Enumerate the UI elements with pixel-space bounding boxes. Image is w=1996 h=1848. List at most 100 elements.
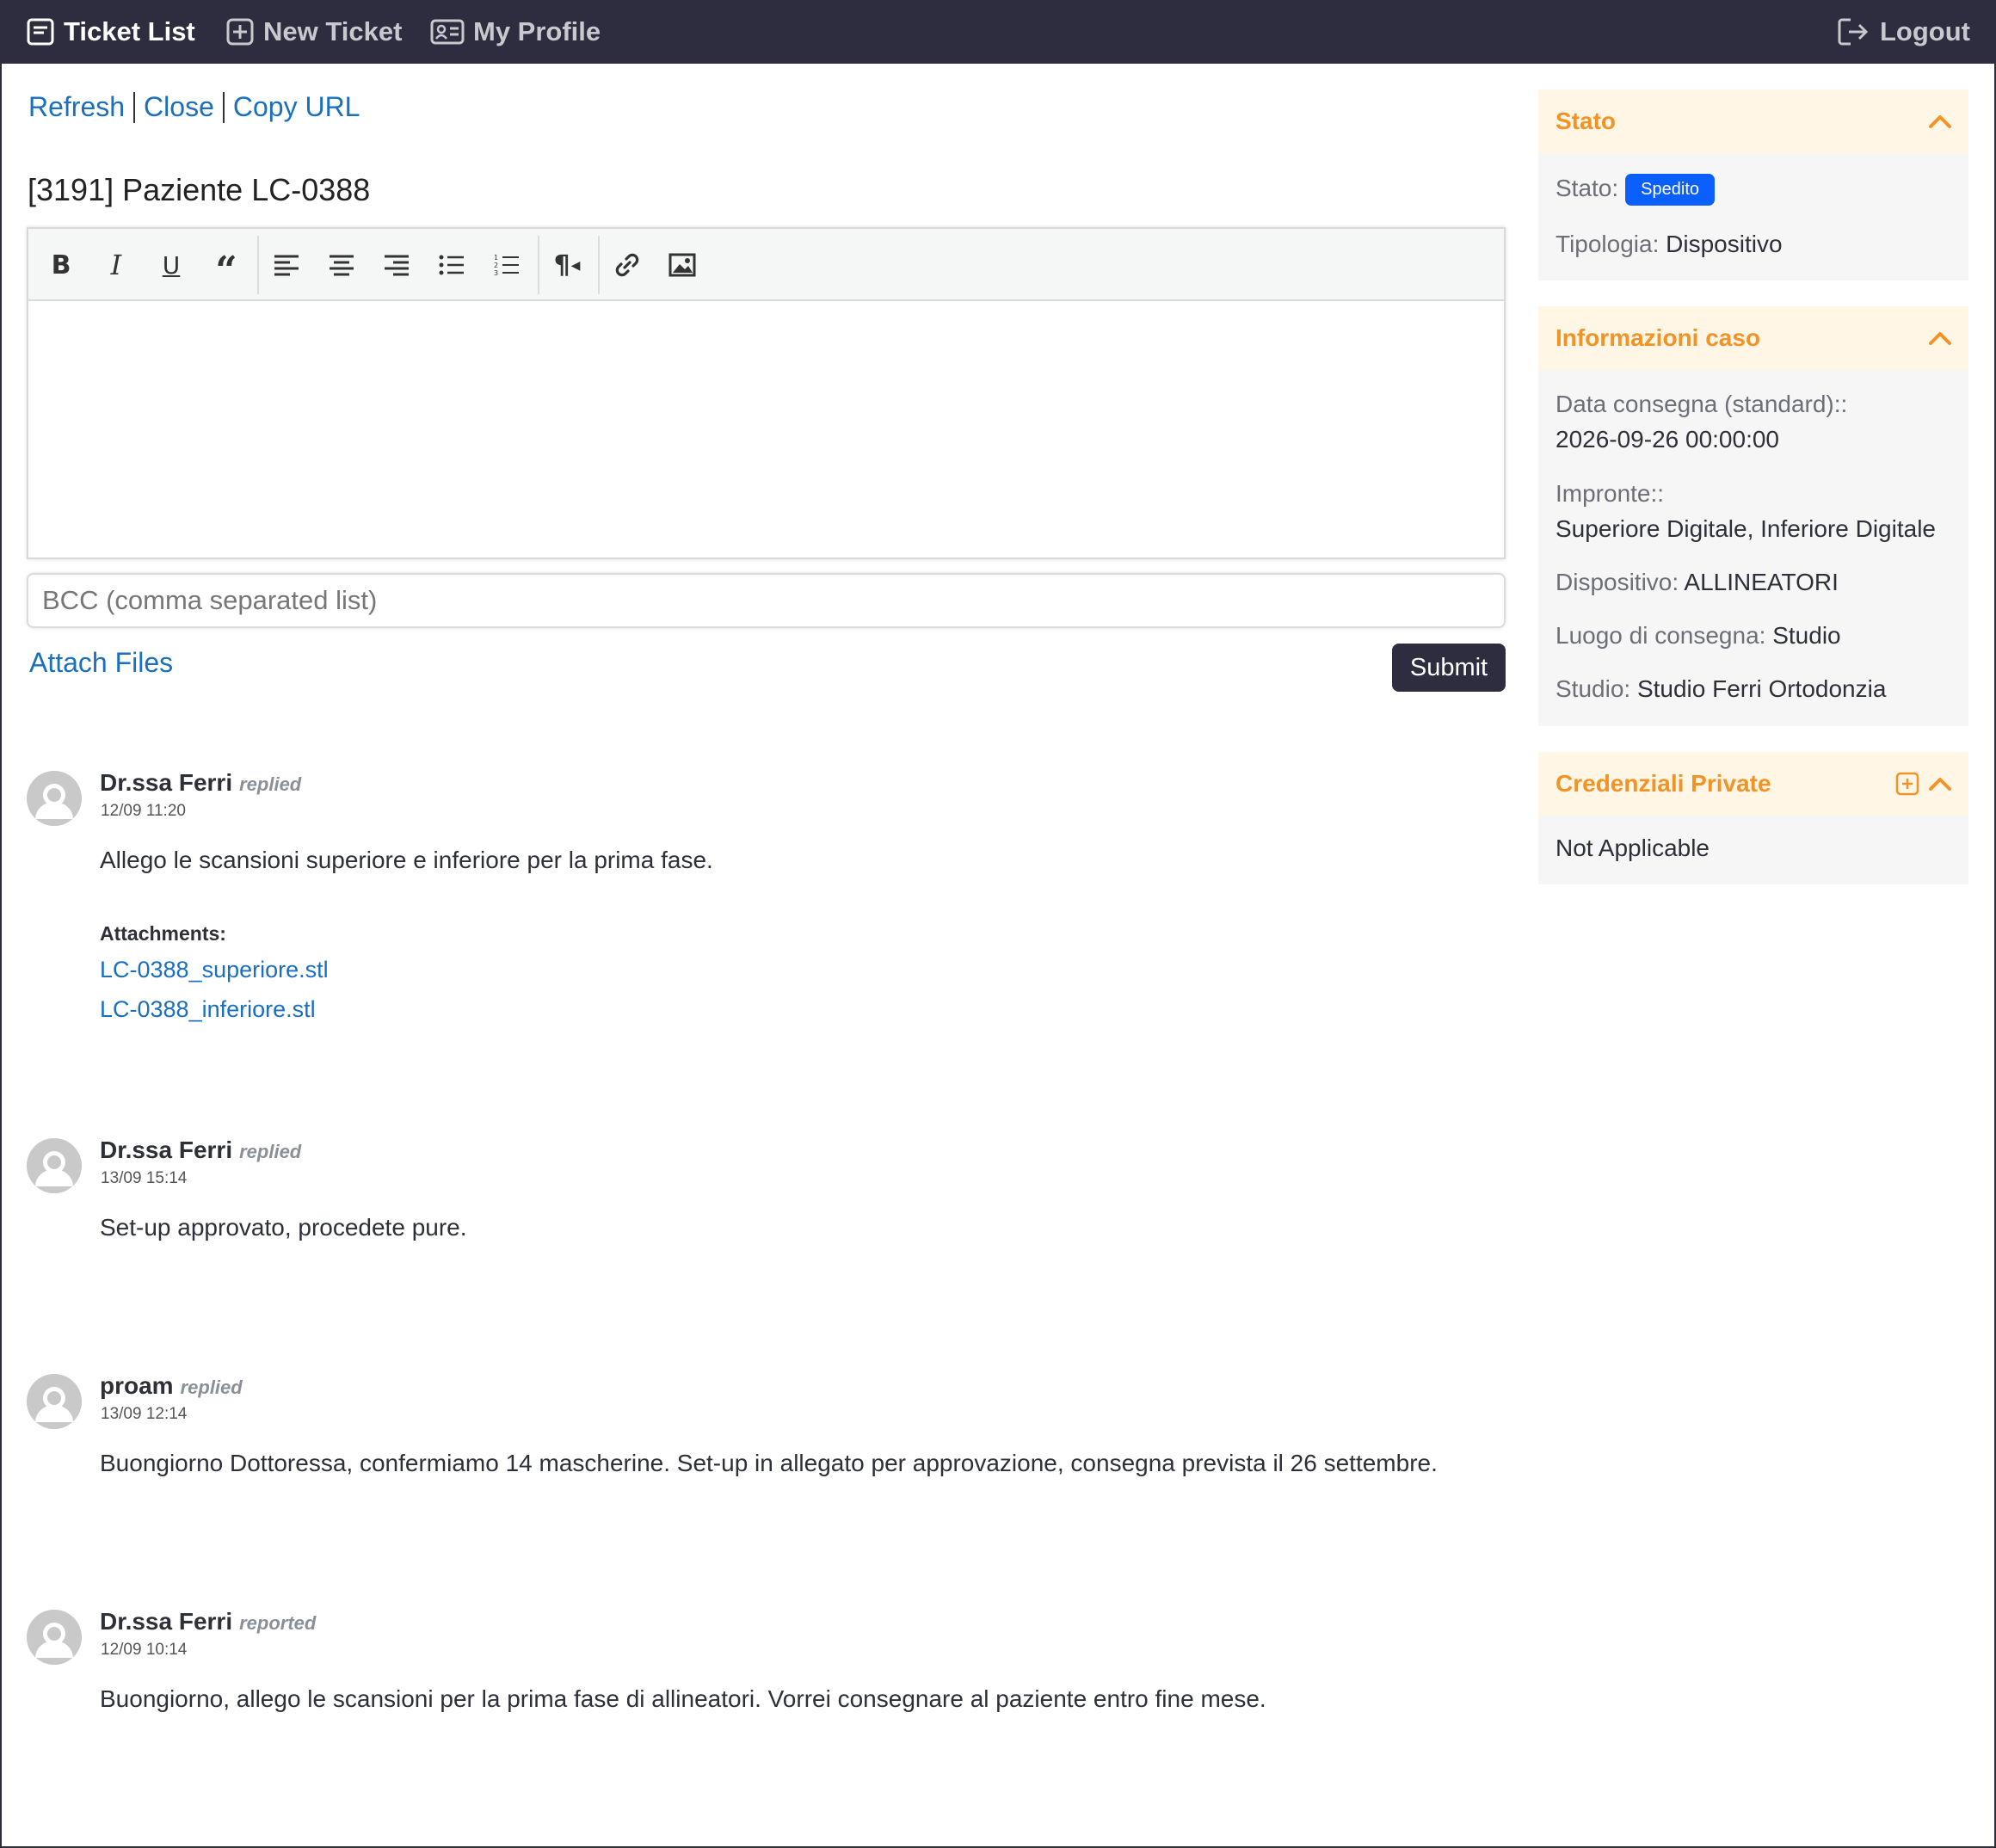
- nav-logout[interactable]: Logout: [1837, 0, 1970, 64]
- impronte-value: Superiore Digitale, Inferiore Digitale: [1556, 515, 1936, 542]
- editor-toolbar: B I U “ 123 ¶ ◀: [28, 229, 1504, 301]
- chevron-up-icon[interactable]: [1927, 325, 1953, 351]
- image-icon[interactable]: [663, 246, 701, 284]
- attachment-link[interactable]: LC-0388_superiore.stl: [100, 957, 329, 983]
- nav-ticket-list-label: Ticket List: [64, 16, 195, 46]
- chevron-up-icon[interactable]: [1927, 771, 1953, 797]
- copy-url-link[interactable]: Copy URL: [233, 91, 360, 123]
- panel-credenziali-header[interactable]: Credenziali Private: [1538, 752, 1968, 816]
- message-time: 13/09 12:14: [101, 1405, 188, 1423]
- ticket-actions: Refresh Close Copy URL: [28, 91, 360, 123]
- toolbar-divider: [257, 236, 259, 294]
- luogo-row: Luogo di consegna: Studio: [1556, 622, 1841, 650]
- message-author: Dr.ssa Ferri: [100, 769, 233, 796]
- message-author-block: Dr.ssa Ferri reported: [100, 1608, 316, 1635]
- nav-new-ticket[interactable]: New Ticket: [225, 0, 402, 64]
- panel-stato-header[interactable]: Stato: [1538, 89, 1968, 153]
- reply-editor: B I U “ 123 ¶ ◀: [27, 227, 1506, 559]
- message-item: proam replied 13/09 12:14 Buongiorno Dott…: [27, 1372, 1506, 1494]
- nav-ticket-list[interactable]: Ticket List: [26, 0, 195, 64]
- toolbar-divider: [598, 236, 600, 294]
- tipologia-value: Dispositivo: [1666, 231, 1783, 257]
- id-card-icon: [430, 19, 465, 45]
- svg-text:3: 3: [494, 269, 498, 277]
- plus-square-icon: [226, 18, 254, 46]
- divider: [133, 91, 136, 123]
- bcc-input[interactable]: [27, 573, 1506, 628]
- tipologia-row: Tipologia: Dispositivo: [1556, 231, 1783, 258]
- nav-my-profile-label: My Profile: [473, 16, 601, 46]
- message-verb: replied: [180, 1377, 243, 1398]
- avatar: [27, 1374, 82, 1429]
- luogo-label: Luogo di consegna:: [1556, 622, 1766, 649]
- panel-credenziali-private: Credenziali Private Not Applicable: [1538, 752, 1968, 884]
- quote-icon[interactable]: “: [207, 246, 245, 290]
- nav-my-profile[interactable]: My Profile: [430, 0, 601, 64]
- top-navbar: Ticket List New Ticket My Profile Logout: [0, 0, 1996, 64]
- plus-square-icon[interactable]: [1894, 771, 1920, 797]
- message-time: 13/09 15:14: [101, 1169, 188, 1187]
- panel-title: Informazioni caso: [1556, 324, 1761, 351]
- message-author: Dr.ssa Ferri: [100, 1608, 233, 1635]
- svg-text:1: 1: [494, 254, 498, 262]
- message-author-block: Dr.ssa Ferri replied: [100, 769, 301, 797]
- message-item: Dr.ssa Ferri reported 12/09 10:14 Buongio…: [27, 1608, 1506, 1730]
- link-icon[interactable]: [608, 246, 646, 284]
- align-left-icon[interactable]: [268, 246, 305, 284]
- divider: [222, 91, 225, 123]
- logout-icon: [1838, 18, 1869, 46]
- message-text: Buongiorno, allego le scansioni per la p…: [100, 1685, 1266, 1712]
- panel-title: Stato: [1556, 108, 1616, 134]
- message-author: proam: [100, 1372, 174, 1399]
- dispositivo-value: ALLINEATORI: [1684, 569, 1839, 595]
- message-author-block: proam replied: [100, 1372, 243, 1400]
- nav-new-ticket-label: New Ticket: [263, 16, 403, 46]
- message-item: Dr.ssa Ferri replied 13/09 15:14 Set-up a…: [27, 1137, 1506, 1259]
- attachments-label: Attachments:: [100, 922, 226, 945]
- tipologia-label: Tipologia:: [1556, 231, 1660, 257]
- avatar: [27, 771, 82, 826]
- bold-icon[interactable]: B: [42, 246, 80, 284]
- data-consegna-value: 2026-09-26 00:00:00: [1556, 426, 1779, 453]
- stato-label: Stato:: [1556, 174, 1619, 201]
- nav-logout-label: Logout: [1879, 16, 1970, 46]
- bullet-list-icon[interactable]: [433, 246, 471, 284]
- panel-title: Credenziali Private: [1556, 770, 1771, 797]
- refresh-link[interactable]: Refresh: [28, 91, 125, 123]
- editor-content-area[interactable]: [28, 301, 1504, 557]
- attach-files-link[interactable]: Attach Files: [29, 647, 173, 679]
- italic-icon[interactable]: I: [97, 246, 135, 284]
- impronte-label: Impronte::: [1556, 480, 1665, 507]
- submit-button[interactable]: Submit: [1392, 644, 1506, 692]
- luogo-value: Studio: [1772, 622, 1841, 649]
- paragraph-direction-icon[interactable]: ¶ ◀: [548, 246, 586, 284]
- stato-row: Stato: Spedito: [1556, 174, 1716, 206]
- attachment-link[interactable]: LC-0388_inferiore.stl: [100, 996, 316, 1023]
- studio-row: Studio: Studio Ferri Ortodonzia: [1556, 675, 1886, 703]
- message-verb: replied: [239, 1141, 302, 1162]
- close-link[interactable]: Close: [144, 91, 214, 123]
- avatar: [27, 1138, 82, 1193]
- avatar: [27, 1610, 82, 1665]
- message-time: 12/09 11:20: [101, 802, 186, 820]
- message-author: Dr.ssa Ferri: [100, 1137, 233, 1163]
- message-text: Allego le scansioni superiore e inferior…: [100, 847, 713, 873]
- message-verb: reported: [239, 1612, 317, 1634]
- numbered-list-icon[interactable]: 123: [488, 246, 526, 284]
- message-text: Buongiorno Dottoressa, confermiamo 14 ma…: [100, 1450, 1438, 1476]
- message-item: Dr.ssa Ferri replied 12/09 11:20 Allego l…: [27, 769, 1506, 1055]
- toolbar-divider: [538, 236, 539, 294]
- message-author-block: Dr.ssa Ferri replied: [100, 1137, 301, 1164]
- svg-text:2: 2: [494, 262, 498, 269]
- status-badge: Spedito: [1625, 174, 1716, 206]
- panel-info-header[interactable]: Informazioni caso: [1538, 306, 1968, 370]
- credenziali-value: Not Applicable: [1556, 835, 1710, 861]
- ticket-list-icon: [27, 18, 54, 46]
- chevron-up-icon[interactable]: [1927, 108, 1953, 134]
- align-right-icon[interactable]: [378, 246, 416, 284]
- align-center-icon[interactable]: [323, 246, 360, 284]
- message-time: 12/09 10:14: [101, 1641, 188, 1659]
- studio-label: Studio:: [1556, 675, 1631, 702]
- data-consegna-label: Data consegna (standard)::: [1556, 391, 1848, 417]
- underline-icon[interactable]: U: [152, 246, 190, 284]
